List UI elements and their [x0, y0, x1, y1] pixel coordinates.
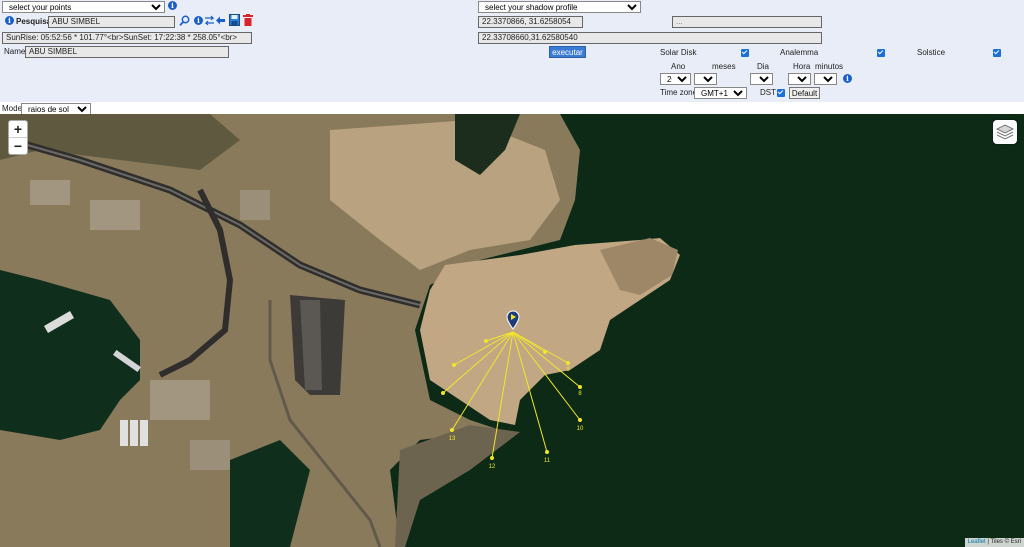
solar-disk-label: Solar Disk: [660, 48, 697, 57]
sun-ray-endpoint: [578, 385, 582, 389]
solstice-checkbox[interactable]: [993, 49, 1001, 57]
sun-ray-endpoint: [545, 450, 549, 454]
sun-ray-line: [442, 331, 514, 394]
layers-icon: [995, 124, 1015, 140]
name-input[interactable]: ABU SIMBEL: [25, 46, 229, 58]
sun-ray-endpoint: [566, 361, 570, 365]
execute-button[interactable]: executar: [549, 46, 586, 58]
save-icon[interactable]: [229, 14, 240, 26]
sun-ray-endpoint: [578, 418, 582, 422]
coords-field-1[interactable]: 22.3370866, 31.6258054: [478, 16, 583, 28]
info-icon[interactable]: i: [194, 16, 203, 25]
solstice-label: Solstice: [917, 48, 946, 57]
info-icon[interactable]: i: [168, 1, 177, 10]
name-label: Name: [4, 47, 26, 56]
dst-label: DST: [760, 88, 776, 97]
zoom-in-button[interactable]: +: [9, 121, 27, 138]
solar-disk-checkbox[interactable]: [741, 49, 749, 57]
search-input[interactable]: ABU SIMBEL: [48, 16, 175, 28]
sun-ray-line: [512, 331, 581, 388]
sun-ray-line: [512, 331, 581, 421]
analemma-label: Analemma: [780, 48, 819, 57]
sun-ray-line: [453, 331, 514, 366]
sun-ray-endpoint: [450, 428, 454, 432]
sun-ray-endpoint: [441, 391, 445, 395]
sun-info-field: SunRise: 05:52:56 * 101.77°<br>SunSet: 1…: [2, 32, 252, 44]
sun-ray-hour-label: 11: [544, 458, 551, 464]
attribution-link[interactable]: Leaflet: [968, 539, 986, 545]
sun-ray-hour-label: 9: [566, 367, 570, 373]
sun-ray-hour-label: 8: [578, 391, 582, 397]
hora-label: Hora: [793, 62, 811, 71]
zoom-out-button[interactable]: −: [9, 138, 27, 154]
sun-ray-line: [451, 331, 514, 431]
sun-ray-endpoint: [543, 350, 547, 354]
meses-select[interactable]: 10: [694, 73, 717, 85]
sun-ray-endpoint: [452, 363, 456, 367]
sun-rays-overlay: 8 9 10 11 12 13: [441, 331, 584, 470]
timezone-select[interactable]: GMT+1: [694, 87, 747, 99]
extra-field[interactable]: ...: [672, 16, 822, 28]
map-attribution: Leaflet | Tiles © Esri: [964, 538, 1024, 547]
marker-icon[interactable]: [506, 310, 520, 330]
analemma-checkbox[interactable]: [877, 49, 885, 57]
magnifier-icon[interactable]: [179, 15, 190, 26]
minutos-select[interactable]: 52: [814, 73, 837, 85]
search-label: Pesquisa: [16, 17, 52, 26]
sun-ray-hour-label: 13: [449, 436, 456, 442]
timezone-label: Time zone: [660, 88, 698, 97]
hora-select[interactable]: 05: [788, 73, 811, 85]
delete-icon[interactable]: [243, 14, 253, 26]
ano-select[interactable]: 2020: [660, 73, 691, 85]
info-icon[interactable]: i: [843, 74, 852, 83]
dia-select[interactable]: 22: [750, 73, 773, 85]
attribution-text: | Tiles © Esri: [985, 539, 1021, 545]
sun-ray-hour-label: 10: [577, 426, 584, 432]
sun-ray-hour-label: 12: [489, 464, 496, 470]
arrows-icon[interactable]: [204, 15, 215, 26]
info-icon[interactable]: i: [5, 16, 14, 25]
left-arrow-icon[interactable]: [215, 15, 226, 26]
ano-label: Ano: [671, 62, 686, 71]
default-button[interactable]: Default: [789, 87, 820, 99]
shadow-profile-select[interactable]: select your shadow profile: [478, 1, 641, 13]
sun-ray-line: [491, 331, 514, 459]
mode-label: Mode: [2, 104, 23, 113]
points-select[interactable]: select your points: [2, 1, 165, 13]
meses-label: meses: [712, 62, 736, 71]
layers-button[interactable]: [993, 120, 1017, 144]
sun-ray-endpoint: [484, 339, 488, 343]
sun-ray-endpoint: [490, 456, 494, 460]
zoom-control: + −: [8, 120, 28, 155]
coords-field-2[interactable]: 22.33708660,31.62580540: [478, 32, 822, 44]
control-panel: select your points i i Pesquisa ABU SIMB…: [0, 0, 1024, 102]
minutos-label: minutos: [815, 62, 844, 71]
dia-label: Dia: [757, 62, 770, 71]
satellite-map[interactable]: 8 9 10 11 12 13: [0, 114, 1024, 547]
dst-checkbox[interactable]: [777, 89, 785, 97]
